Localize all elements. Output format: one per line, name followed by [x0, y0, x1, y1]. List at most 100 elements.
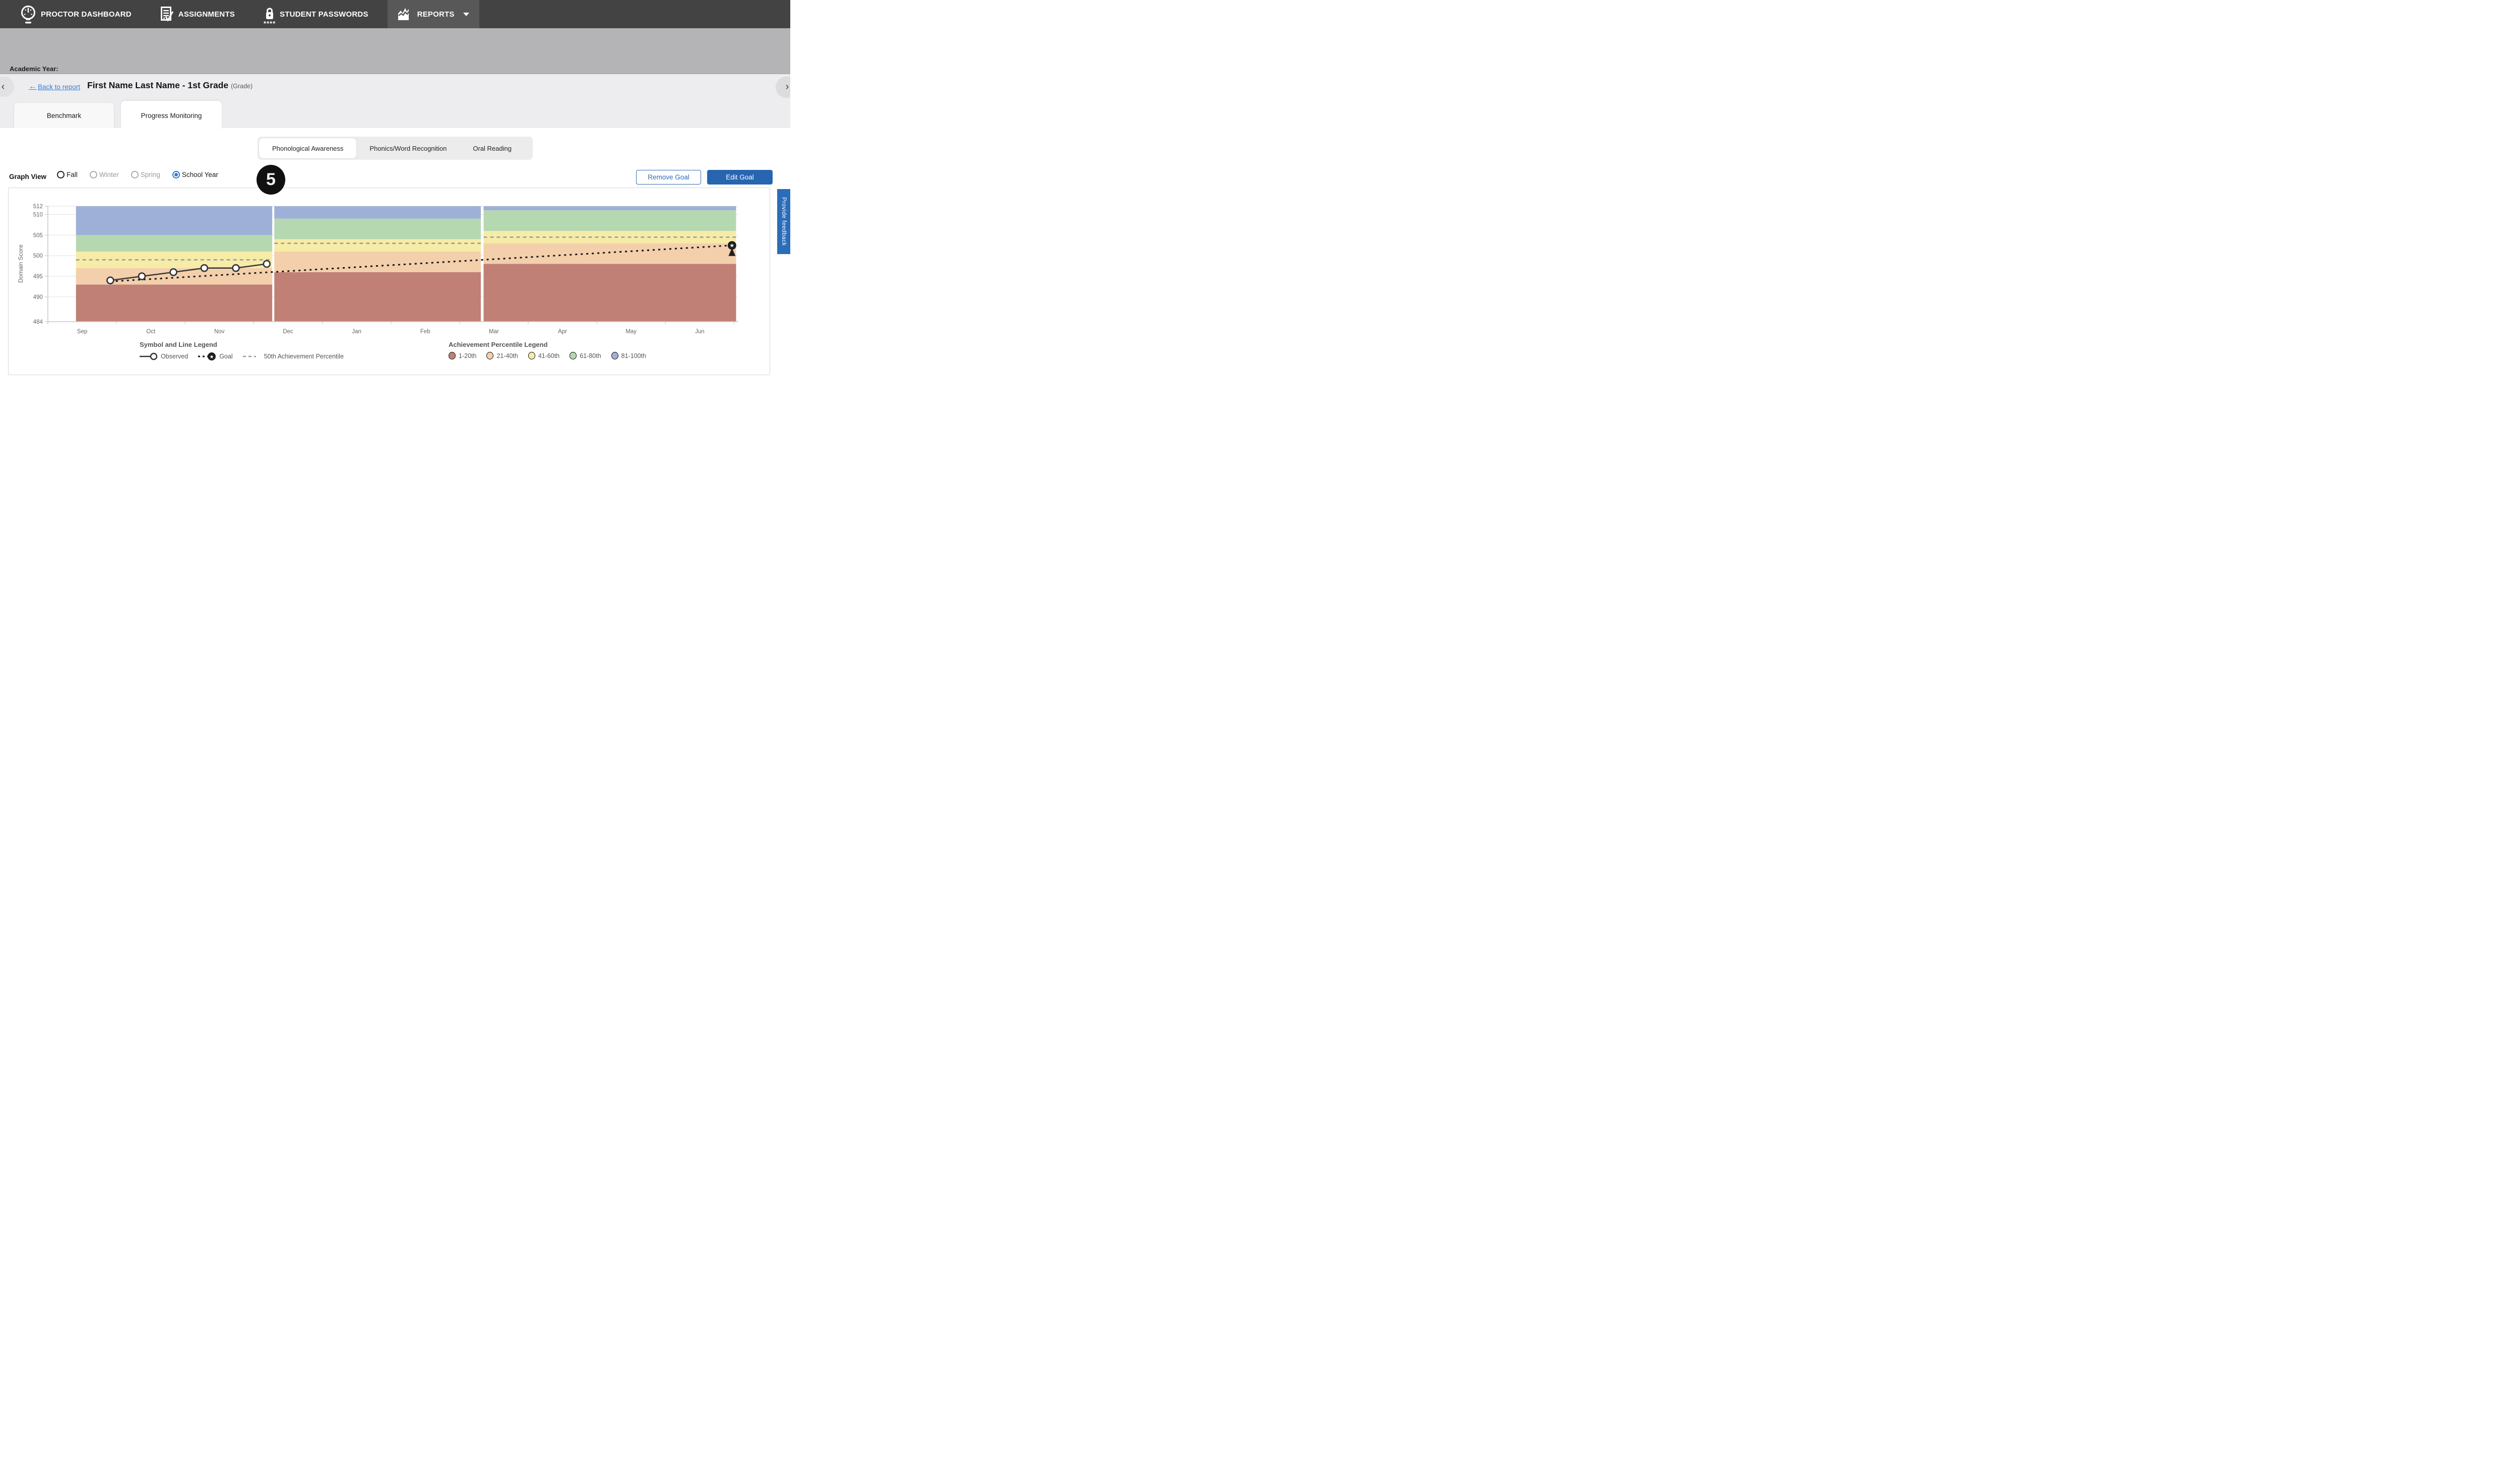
step-badge: 5	[257, 165, 285, 195]
domain-subtabs: Phonological Awareness Phonics/Word Reco…	[258, 137, 533, 160]
symbol-line-legend: Symbol and Line Legend Observed ★ Goal 50th…	[140, 341, 344, 361]
svg-text:Mar: Mar	[489, 329, 499, 335]
legend-item-label: 81-100th	[621, 352, 646, 359]
nav-item-reports[interactable]: REPORTS	[388, 0, 479, 28]
radio-circle-icon	[131, 171, 139, 178]
tab-label: Progress Monitoring	[141, 112, 202, 119]
legend-item-label: 21-40th	[496, 352, 518, 359]
legend-item-1-20th: 1-20th	[449, 352, 476, 359]
subtab-label: Phonics/Word Recognition	[369, 145, 447, 152]
percentile-swatch-icon	[449, 352, 456, 359]
percentile-swatch-icon	[486, 352, 493, 359]
legend-item-observed: Observed	[140, 352, 188, 361]
achievement-percentile-legend: Achievement Percentile Legend 1-20th 21-4…	[449, 341, 646, 359]
legend-title: Achievement Percentile Legend	[449, 341, 646, 348]
radio-circle-icon	[57, 171, 65, 178]
svg-text:510: 510	[33, 212, 43, 218]
back-link-label: Back to report	[38, 83, 80, 91]
provide-feedback-button[interactable]: Provide feedback	[777, 189, 790, 254]
svg-text:Domain Score: Domain Score	[17, 245, 24, 283]
left-arrow-icon: ←	[29, 82, 37, 91]
tab-label: Benchmark	[47, 112, 81, 119]
subtab-phonological-awareness[interactable]: Phonological Awareness	[259, 138, 356, 158]
svg-text:495: 495	[33, 274, 43, 280]
subtab-label: Phonological Awareness	[272, 145, 343, 152]
subtab-phonics-word-recognition[interactable]: Phonics/Word Recognition	[356, 138, 460, 158]
percentile-swatch-icon	[611, 352, 618, 359]
remove-goal-button[interactable]: Remove Goal	[636, 170, 701, 185]
svg-text:Dec: Dec	[283, 329, 293, 335]
legend-item-50th-achievement-percentile: 50th Achievement Percentile	[243, 352, 344, 361]
legend-title: Symbol and Line Legend	[140, 341, 344, 348]
legend-item-label: Observed	[161, 353, 188, 360]
legend-item-41-60th: 41-60th	[528, 352, 559, 359]
svg-text:500: 500	[33, 253, 43, 259]
svg-text:Apr: Apr	[558, 329, 567, 335]
tab-benchmark[interactable]: Benchmark	[14, 102, 114, 128]
svg-text:★: ★	[210, 354, 214, 360]
svg-text:Jan: Jan	[352, 329, 361, 335]
svg-text:484: 484	[33, 319, 43, 325]
assignments-checklist-icon	[161, 7, 174, 22]
legend-item-label: 1-20th	[459, 352, 476, 359]
legend-item-label: Goal	[219, 353, 232, 360]
solid-line-circle-legend-icon	[140, 352, 158, 361]
tab-progress-monitoring[interactable]: Progress Monitoring	[121, 101, 222, 130]
legend-item-label: 50th Achievement Percentile	[264, 353, 344, 360]
svg-text:Jun: Jun	[695, 329, 705, 335]
top-nav: PROCTOR DASHBOARD ASSIGNMENTS	[0, 0, 790, 28]
student-name-title: First Name Last Name - 1st Grade	[87, 80, 228, 90]
subtab-label: Oral Reading	[473, 145, 512, 152]
academic-year-label: Academic Year:	[10, 65, 58, 73]
radio-label: Fall	[67, 171, 78, 178]
progress-monitoring-chart: ★512510505500495490484SepOctNovDecJanFeb…	[9, 188, 770, 339]
progress-chart-card: ★512510505500495490484SepOctNovDecJanFeb…	[8, 188, 770, 375]
gauge-icon	[20, 5, 36, 24]
nav-item-student-passwords[interactable]: **** STUDENT PASSWORDS	[254, 0, 379, 28]
edit-goal-button[interactable]: Edit Goal	[707, 170, 773, 185]
svg-text:Nov: Nov	[214, 329, 225, 335]
nav-label: REPORTS	[417, 10, 455, 19]
proctor-dashboard-page: PROCTOR DASHBOARD ASSIGNMENTS	[0, 0, 790, 381]
subtab-oral-reading[interactable]: Oral Reading	[460, 138, 525, 158]
radio-circle-icon	[90, 171, 97, 178]
svg-text:Sep: Sep	[77, 329, 87, 335]
svg-text:May: May	[625, 329, 637, 335]
feedback-label: Provide feedback	[781, 197, 787, 246]
graph-view-radio-group: Fall Winter Spring School Year	[57, 171, 218, 178]
svg-text:Oct: Oct	[146, 329, 156, 335]
nav-item-proctor-dashboard[interactable]: PROCTOR DASHBOARD	[10, 0, 142, 28]
lock-icon: ****	[264, 7, 275, 21]
chevron-left-icon: ‹	[2, 81, 5, 93]
chevron-right-icon: ›	[786, 81, 789, 93]
nav-item-assignments[interactable]: ASSIGNMENTS	[151, 0, 245, 28]
legend-item-81-100th: 81-100th	[611, 352, 646, 359]
legend-item-label: 61-80th	[580, 352, 601, 359]
radio-label: School Year	[182, 171, 218, 178]
radio-school-year[interactable]: School Year	[172, 171, 218, 178]
toolbar: Academic Year: 2024-2025 Print	[0, 28, 790, 74]
legend-item-21-40th: 21-40th	[486, 352, 518, 359]
nav-label: STUDENT PASSWORDS	[280, 10, 368, 19]
svg-text:505: 505	[33, 232, 43, 238]
gray-dashed-line-legend-icon	[243, 352, 261, 361]
page-title: First Name Last Name - 1st Grade(Grade)	[87, 80, 253, 91]
legend-item-61-80th: 61-80th	[570, 352, 601, 359]
radio-fall[interactable]: Fall	[57, 171, 78, 178]
button-label: Remove Goal	[648, 173, 689, 181]
radio-winter: Winter	[90, 171, 119, 178]
percentile-swatch-icon	[570, 352, 577, 359]
svg-text:512: 512	[33, 204, 43, 210]
radio-circle-icon	[172, 171, 180, 178]
graph-view-label: Graph View	[9, 173, 46, 180]
legend-item-label: 41-60th	[538, 352, 559, 359]
progress-monitoring-panel: Phonological Awareness Phonics/Word Reco…	[0, 128, 790, 381]
radio-label: Spring	[141, 171, 160, 178]
dashed-line-star-legend-icon: ★	[198, 352, 216, 361]
back-to-report-link[interactable]: ← Back to report	[29, 82, 80, 91]
nav-label: PROCTOR DASHBOARD	[41, 10, 132, 19]
grade-suffix: (Grade)	[231, 83, 253, 90]
radio-label: Winter	[99, 171, 119, 178]
chevron-down-icon	[463, 13, 469, 16]
svg-text:490: 490	[33, 294, 43, 300]
